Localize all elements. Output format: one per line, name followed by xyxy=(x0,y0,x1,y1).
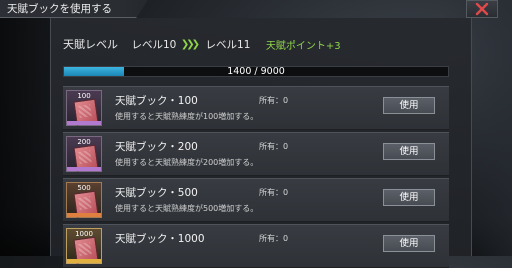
item-quantity: 500 xyxy=(77,184,91,192)
rarity-strip xyxy=(67,213,101,217)
talent-book-500-icon: 500 xyxy=(66,182,102,218)
list-item: 100 天賦ブック・100 所有：0 使用すると天賦熟練度が100増加する。 使… xyxy=(63,86,449,130)
use-button[interactable]: 使用 xyxy=(383,143,435,160)
owned-count: 所有：0 xyxy=(259,234,289,243)
item-description: 使用すると天賦熟練度が500増加する。 xyxy=(115,204,259,213)
item-name: 天賦ブック・1000 xyxy=(115,233,205,245)
progress-text: 1400 / 9000 xyxy=(227,66,285,77)
use-button[interactable]: 使用 xyxy=(383,189,435,206)
talent-book-1000-icon: 1000 xyxy=(66,228,102,264)
item-name: 天賦ブック・200 xyxy=(115,141,198,153)
item-description: 使用すると天賦熟練度が100増加する。 xyxy=(115,112,259,121)
use-button[interactable]: 使用 xyxy=(383,97,435,114)
item-description: 使用すると天賦熟練度が200増加する。 xyxy=(115,158,259,167)
item-quantity: 1000 xyxy=(75,230,93,238)
rarity-strip xyxy=(67,167,101,171)
talent-points-bonus: 天賦ポイント+3 xyxy=(265,40,341,52)
rarity-strip xyxy=(67,259,101,263)
use-button[interactable]: 使用 xyxy=(383,235,435,252)
rarity-strip xyxy=(67,121,101,125)
item-name: 天賦ブック・500 xyxy=(115,187,198,199)
talent-progress-bar: 1400 / 9000 xyxy=(63,66,449,77)
item-quantity: 100 xyxy=(77,92,91,100)
owned-count: 所有：0 xyxy=(259,188,289,197)
current-level: レベル10 xyxy=(131,38,177,51)
list-item: 500 天賦ブック・500 所有：0 使用すると天賦熟練度が500増加する。 使… xyxy=(63,178,449,222)
talent-book-panel: 天賦レベル レベル10 ❯❯❯ レベル11 天賦ポイント+3 1400 / 90… xyxy=(50,18,472,268)
talent-book-100-icon: 100 xyxy=(66,90,102,126)
talent-level-label: 天賦レベル xyxy=(63,38,118,51)
list-item: 200 天賦ブック・200 所有：0 使用すると天賦熟練度が200増加する。 使… xyxy=(63,132,449,176)
item-name: 天賦ブック・100 xyxy=(115,95,198,107)
next-level: レベル11 xyxy=(205,38,251,51)
owned-count: 所有：0 xyxy=(259,96,289,105)
owned-count: 所有：0 xyxy=(259,142,289,151)
talent-level-row: 天賦レベル レベル10 ❯❯❯ レベル11 天賦ポイント+3 xyxy=(63,36,341,52)
close-button[interactable] xyxy=(466,0,498,18)
talent-book-200-icon: 200 xyxy=(66,136,102,172)
level-up-arrows-icon: ❯❯❯ xyxy=(180,38,200,50)
window-title: 天賦ブックを使用する xyxy=(0,0,148,18)
close-icon xyxy=(475,2,489,16)
item-quantity: 200 xyxy=(77,138,91,146)
list-item: 1000 天賦ブック・1000 所有：0 使用 xyxy=(63,224,449,268)
